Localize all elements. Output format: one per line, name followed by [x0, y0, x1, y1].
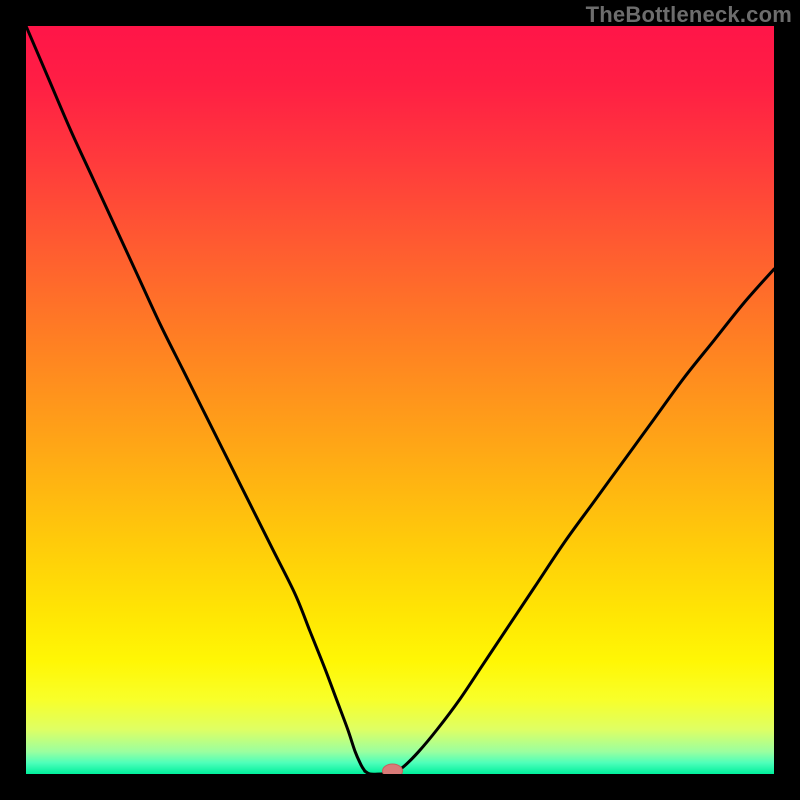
chart-svg	[26, 26, 774, 774]
outer-frame: TheBottleneck.com	[0, 0, 800, 800]
plot-area	[26, 26, 774, 774]
gradient-background	[26, 26, 774, 774]
watermark-text: TheBottleneck.com	[586, 2, 792, 28]
optimum-marker	[383, 764, 403, 774]
